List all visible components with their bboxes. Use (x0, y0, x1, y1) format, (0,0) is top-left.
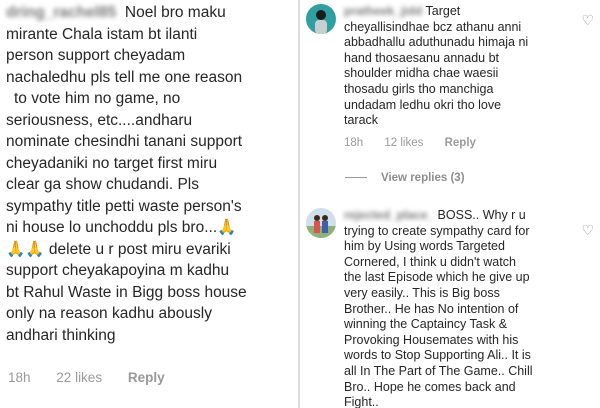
comment-line: undadam ledhu okri tho love (344, 97, 502, 112)
comment-line: Target (425, 4, 461, 18)
comment-line: bt Rahul Waste in Bigg boss house (6, 283, 247, 301)
comment-line: abbadhallu aduthunadu himaja ni (344, 35, 529, 50)
comment-likes[interactable]: 12 likes (384, 137, 423, 149)
comment-line: person support cheyadam (6, 47, 186, 64)
reply-button[interactable]: Reply (445, 137, 476, 149)
comment-line: words to Stop Supporting Ali.. It is (344, 348, 531, 363)
view-replies-label: View replies (3) (381, 172, 465, 184)
comment-time: 18h (344, 137, 364, 149)
comment-line: mirante Chala istam bt ilanti (6, 25, 198, 43)
comment-line: Cornered, I think u didn't watch (344, 254, 516, 269)
comment-line: seriousness, etc....andharu (6, 111, 193, 129)
left-comment-panel: dring_rachel85 Noel bro maku mirante Cha… (0, 0, 298, 408)
comment-line: Bro.. Hope he comes back and (344, 379, 516, 394)
reply-button[interactable]: Reply (128, 370, 165, 385)
comment-line: hand thosaesanu annadu bt (344, 50, 499, 65)
comment-line: all In The Part of The Game.. Chill (344, 363, 533, 378)
comment-line: cheyadaniki no target first miru (6, 154, 218, 172)
replies-line (345, 177, 367, 179)
heart-outline-icon[interactable]: ♡ (581, 12, 594, 29)
comment-line: the last Episode which he give up (344, 270, 530, 285)
comment-line: cheyallisindhae bcz athanu anni (344, 19, 522, 34)
avatar[interactable] (306, 4, 336, 34)
view-replies-button[interactable]: View replies (3) (345, 172, 465, 184)
comment-likes[interactable]: 22 likes (56, 370, 102, 385)
comment-1-username[interactable]: pratheek_jidd (344, 4, 422, 20)
comment-line: shoulder midha chae waesii (344, 66, 499, 81)
right-comments-panel: pratheek_jidd Target cheyallisindhae bcz… (300, 0, 600, 408)
left-comment-meta: 18h 22 likes Reply (8, 370, 187, 385)
comment-line: andhari thinking (6, 326, 116, 344)
comment-line: winning the Captaincy Task & (344, 317, 508, 332)
comment-line: him by Using words Targeted (344, 239, 505, 254)
left-comment-username[interactable]: dring_rachel85 (6, 2, 116, 24)
avatar[interactable] (306, 208, 336, 238)
heart-outline-icon[interactable]: ♡ (581, 222, 594, 239)
comment-line: support cheyakapoyina m kadhu (6, 262, 230, 279)
comment-2-username[interactable]: rejected_place_ (344, 208, 434, 224)
comment-2-text: rejected_place_ BOSS.. Why r u trying to… (344, 208, 574, 408)
comment-line: BOSS.. Why r u (437, 208, 526, 222)
comment-line: Fight.. (344, 395, 379, 408)
comment-line: ni house lo unchoddu pls bro...🙏 (6, 219, 237, 236)
comment-1-text: pratheek_jidd Target cheyallisindhae bcz… (344, 4, 574, 129)
comment-line: nominate chesindhi tanani support (6, 133, 243, 150)
comment-line: only na reason kadhu abously (6, 305, 212, 322)
comment-line: Brother.. He has No intention of (344, 301, 519, 316)
comment-time: 18h (8, 370, 31, 385)
comment-line: tarack (344, 113, 379, 128)
comment-line: trying to create sympathy card for (344, 223, 530, 238)
comment-line: to vote him no game, no (14, 90, 181, 107)
comment-line: clear ga show chudandi. Pls (6, 176, 200, 193)
comment-1-meta: 18h 12 likes Reply (344, 137, 494, 149)
left-comment-text: dring_rachel85 Noel bro maku mirante Cha… (6, 2, 294, 346)
comment-line: 🙏🙏 delete u r post miru evariki (6, 240, 231, 258)
comment-line: Provoking Housemates with his (344, 332, 519, 347)
comment-line: Noel bro maku (124, 4, 226, 21)
comment-line: very easily.. This is Big boss (344, 285, 500, 300)
comment-line: nachaledhu pls tell me one reason (6, 68, 243, 86)
comment-line: thosadu girls tho manchiga (344, 81, 494, 96)
comment-line: sympathy title petti waste person's (6, 197, 242, 215)
